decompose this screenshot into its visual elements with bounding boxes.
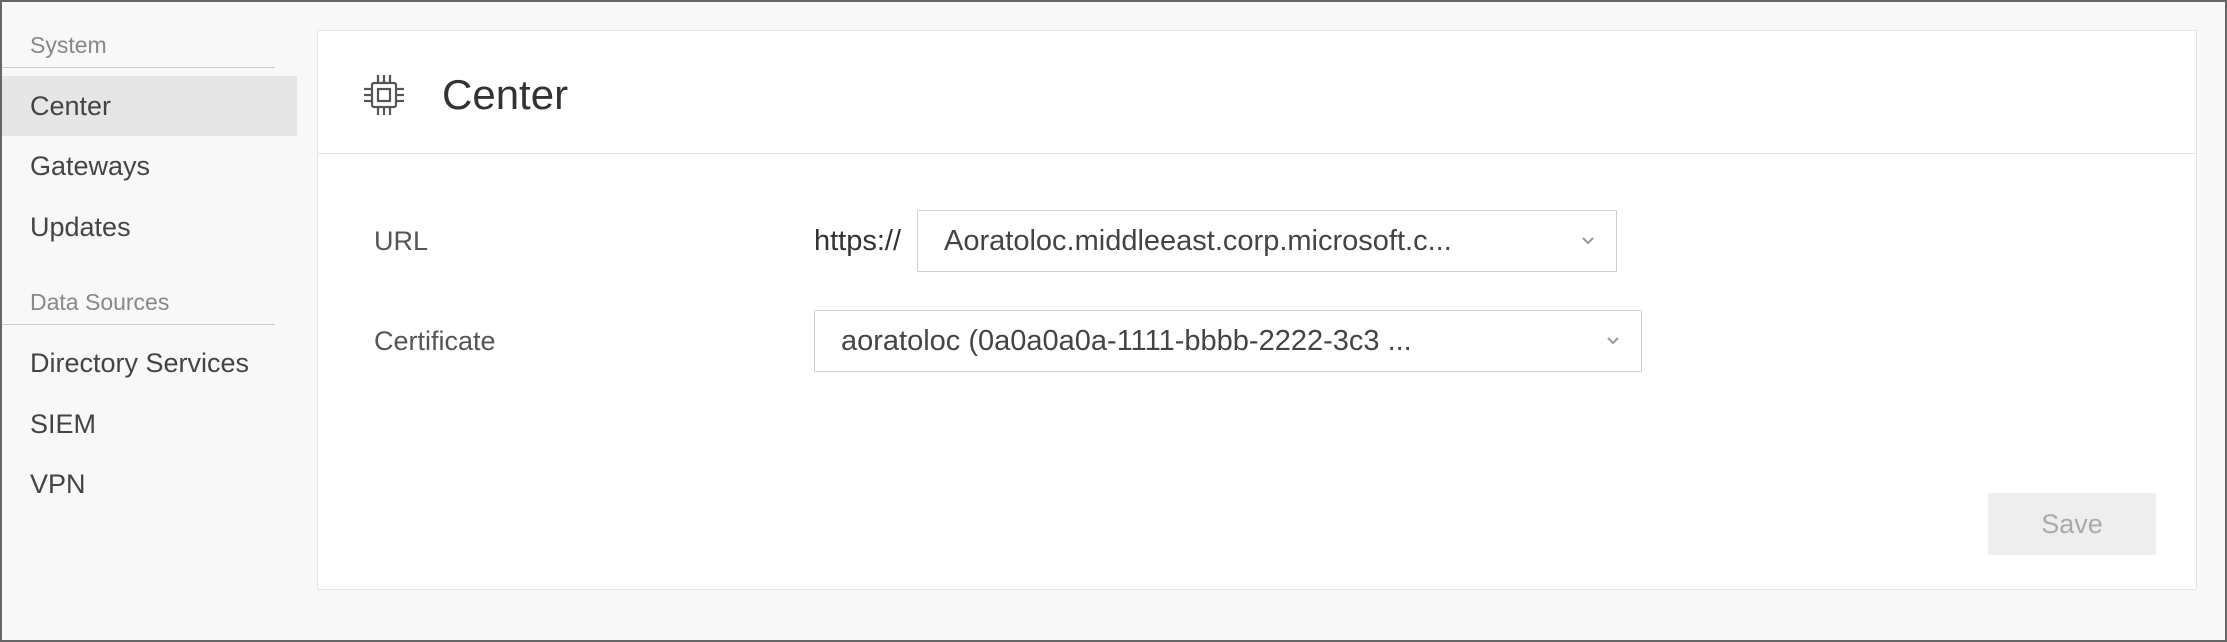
sidebar-item-gateways[interactable]: Gateways — [2, 136, 297, 196]
url-label: URL — [374, 226, 814, 257]
form-row-url: URL https:// Aoratoloc.middleeast.corp.m… — [374, 210, 2140, 272]
url-control: https:// Aoratoloc.middleeast.corp.micro… — [814, 210, 1617, 272]
center-panel: Center URL https:// Aoratoloc.middleeast… — [317, 30, 2197, 590]
panel-header: Center — [318, 31, 2196, 154]
url-select[interactable]: Aoratoloc.middleeast.corp.microsoft.c... — [917, 210, 1617, 272]
sidebar-section-system: System — [2, 22, 275, 68]
sidebar-item-directory-services[interactable]: Directory Services — [2, 333, 297, 393]
certificate-label: Certificate — [374, 326, 814, 357]
form-row-certificate: Certificate aoratoloc (0a0a0a0a-1111-bbb… — [374, 310, 2140, 372]
sidebar-item-center[interactable]: Center — [2, 76, 297, 136]
chevron-down-icon — [1578, 225, 1598, 258]
certificate-select[interactable]: aoratoloc (0a0a0a0a-1111-bbbb-2222-3c3 .… — [814, 310, 1642, 372]
main-content: Center URL https:// Aoratoloc.middleeast… — [297, 2, 2225, 640]
panel-body: URL https:// Aoratoloc.middleeast.corp.m… — [318, 154, 2196, 589]
sidebar-item-updates[interactable]: Updates — [2, 197, 297, 257]
sidebar-section-data-sources: Data Sources — [2, 279, 275, 325]
url-prefix: https:// — [814, 225, 901, 258]
chip-icon — [358, 69, 410, 121]
certificate-select-value: aoratoloc (0a0a0a0a-1111-bbbb-2222-3c3 .… — [841, 325, 1412, 358]
sidebar: System Center Gateways Updates Data Sour… — [2, 2, 297, 640]
chevron-down-icon — [1603, 325, 1623, 358]
url-select-value: Aoratoloc.middleeast.corp.microsoft.c... — [944, 225, 1452, 258]
save-button[interactable]: Save — [1988, 493, 2156, 555]
certificate-control: aoratoloc (0a0a0a0a-1111-bbbb-2222-3c3 .… — [814, 310, 1642, 372]
page-title: Center — [442, 71, 568, 119]
sidebar-item-siem[interactable]: SIEM — [2, 394, 297, 454]
sidebar-item-vpn[interactable]: VPN — [2, 454, 297, 514]
